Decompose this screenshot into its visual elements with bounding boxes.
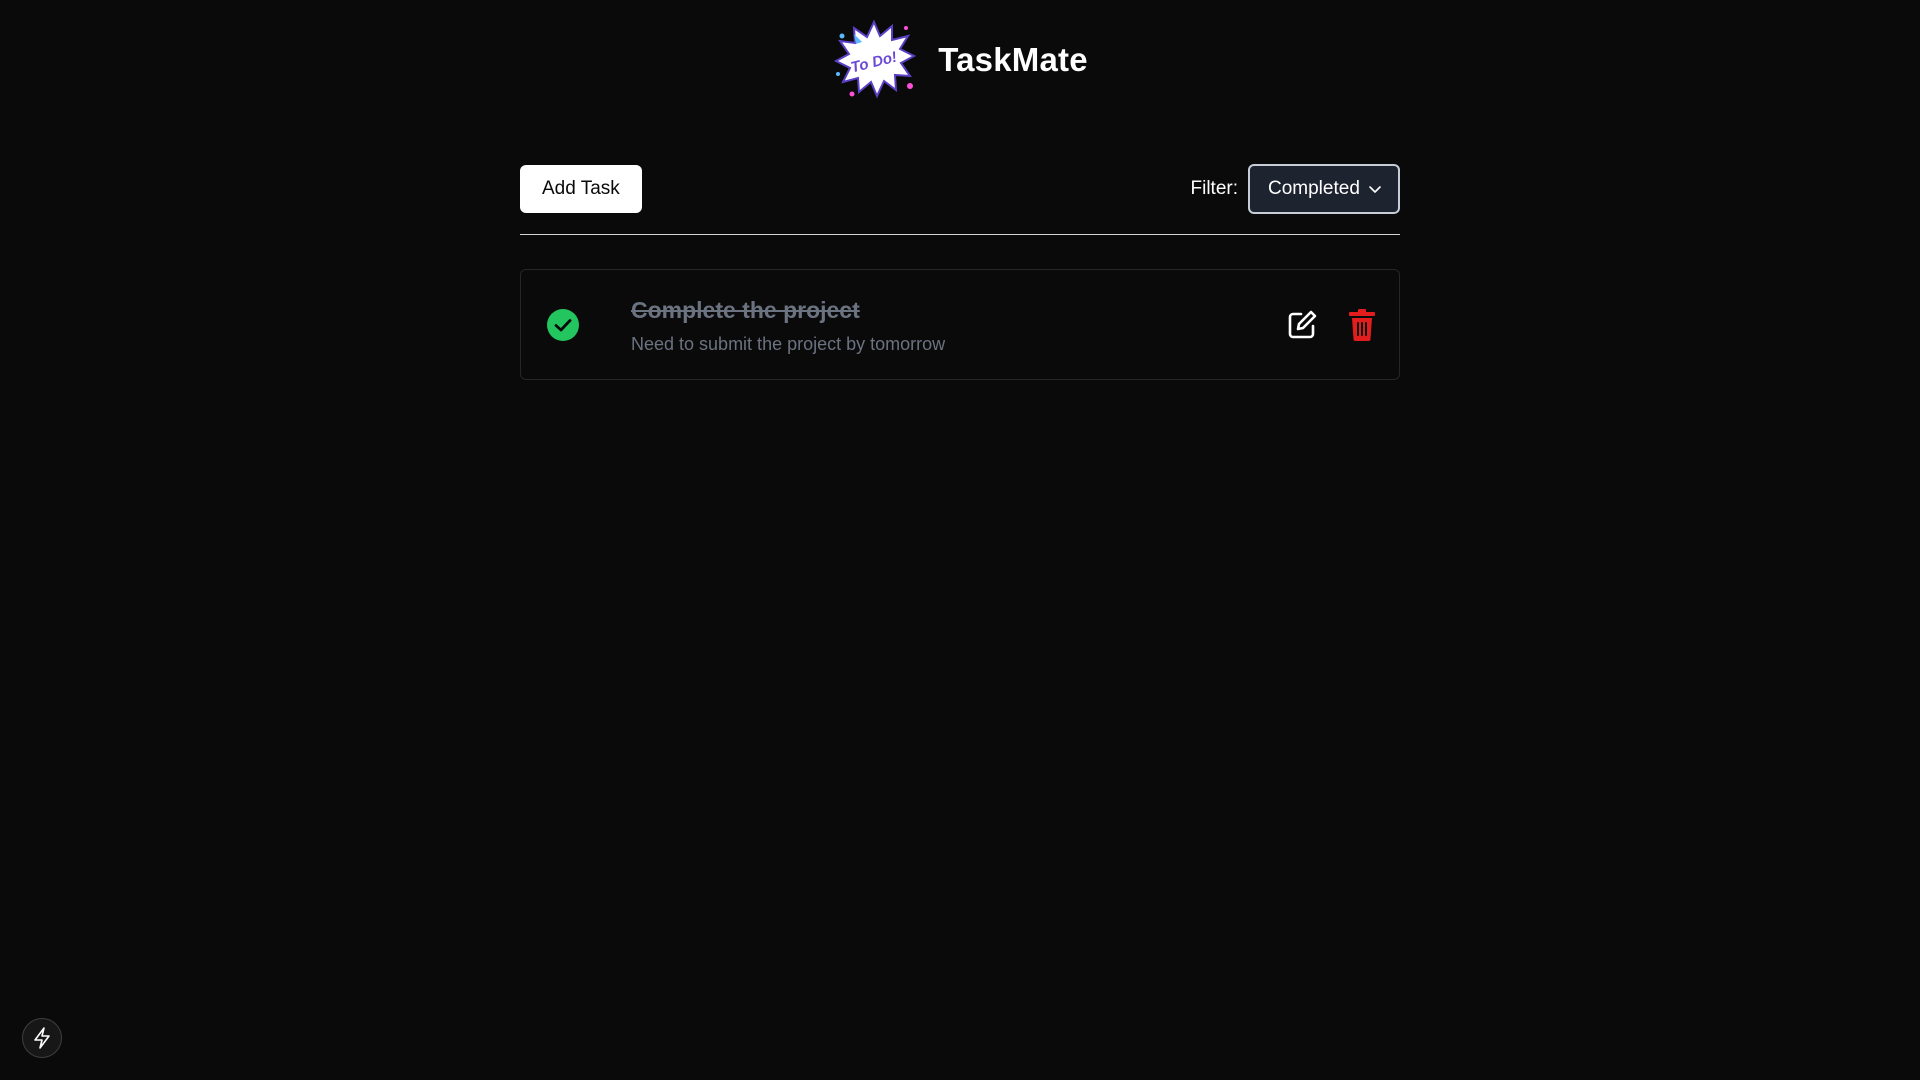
filter-group: Filter: Completed <box>1190 164 1400 214</box>
lightning-icon <box>34 1027 50 1049</box>
chevron-down-icon <box>1369 186 1381 193</box>
add-task-button[interactable]: Add Task <box>520 165 642 213</box>
check-circle-icon[interactable] <box>547 309 579 341</box>
app-header: To Do! TaskMate <box>0 18 1920 102</box>
task-title: Complete the project <box>631 297 860 323</box>
todo-burst-logo-icon: To Do! <box>834 19 917 99</box>
toolbar-divider <box>520 234 1400 235</box>
app-title: TaskMate <box>938 41 1088 78</box>
task-description: Need to submit the project by tomorrow <box>631 334 946 354</box>
task-card: Complete the project Need to submit the … <box>520 269 1400 380</box>
filter-select[interactable]: Completed <box>1248 164 1400 214</box>
lightning-button[interactable] <box>22 1018 62 1058</box>
edit-icon[interactable] <box>1285 308 1319 342</box>
trash-icon[interactable] <box>1347 308 1377 342</box>
filter-selected-value: Completed <box>1268 178 1360 199</box>
toolbar: Add Task Filter: Completed <box>520 164 1400 214</box>
filter-label: Filter: <box>1190 178 1239 199</box>
